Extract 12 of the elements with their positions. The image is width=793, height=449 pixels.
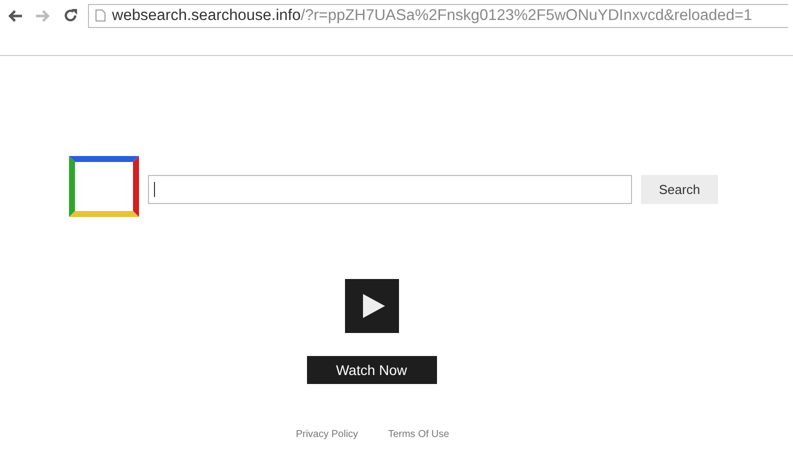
footer-link[interactable]: Terms Of Use: [388, 429, 450, 440]
back-icon[interactable]: [7, 8, 23, 22]
address-field[interactable]: websearch.searchouse.info/?r=ppZH7UASa%2Fnskg0123%2F5wONuYDInxvcd&reloaded=1: [88, 4, 788, 28]
play-button[interactable]: [344, 279, 398, 333]
footer-link[interactable]: Privacy Policy: [296, 429, 358, 440]
play-icon: [362, 294, 384, 318]
logo-icon: [69, 156, 139, 217]
search-field[interactable]: [148, 175, 632, 204]
watch-now-button[interactable]: Watch Now: [306, 356, 436, 384]
page-icon: [95, 9, 106, 22]
search-button[interactable]: Search: [641, 175, 718, 204]
reload-icon[interactable]: [63, 8, 78, 23]
